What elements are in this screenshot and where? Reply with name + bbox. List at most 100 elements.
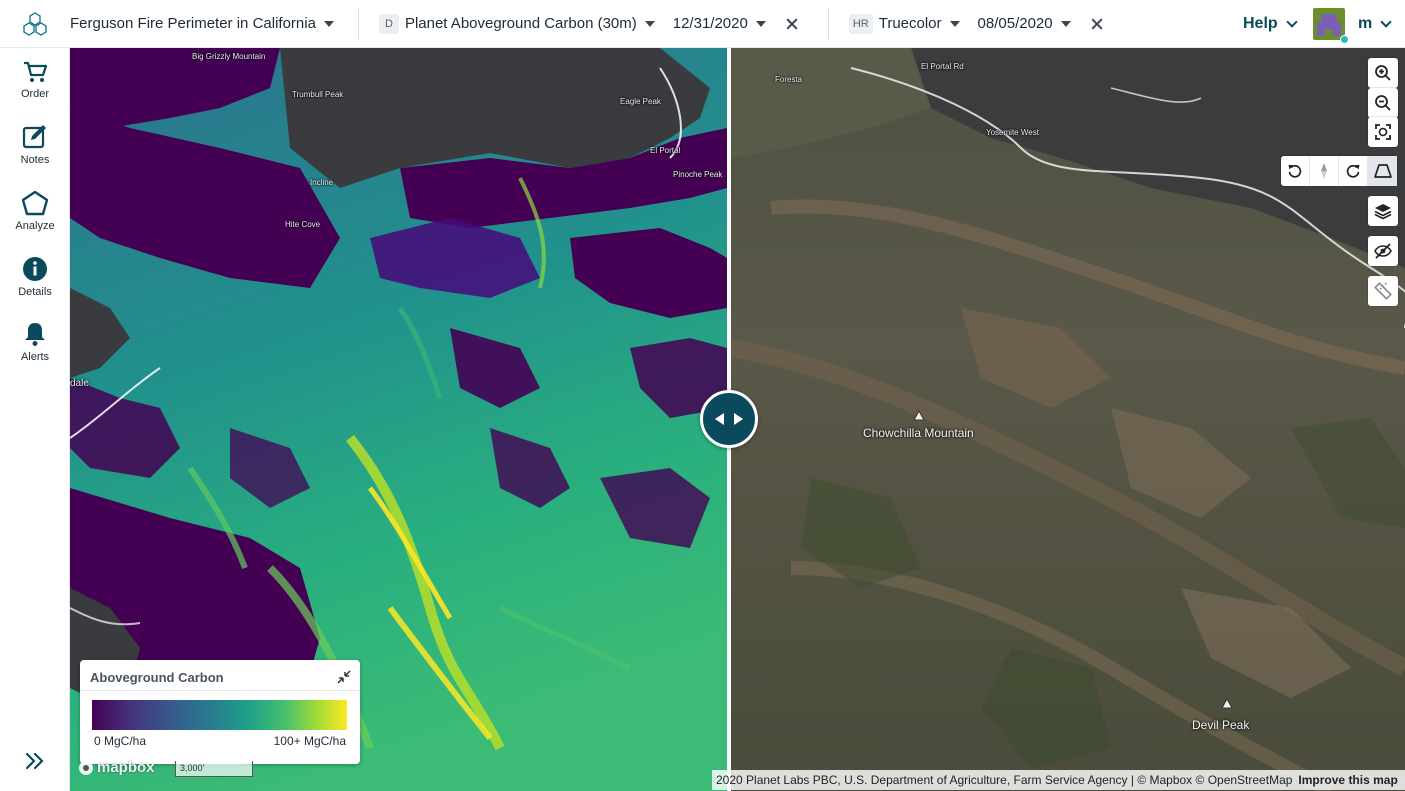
scale-bar: 3,000'	[175, 761, 253, 777]
user-initial: m	[1358, 15, 1373, 32]
bell-icon	[25, 323, 45, 346]
sidebar-item-alerts[interactable]: Alerts	[0, 321, 70, 363]
map-label: Yosemite West	[986, 128, 1039, 137]
hexagon-logo-icon	[23, 11, 47, 36]
swipe-handle[interactable]	[700, 390, 758, 448]
map-label: dale	[70, 378, 89, 389]
sidebar: Order Notes Analyze Details Alerts	[0, 48, 70, 791]
legend-max-label: 100+ MgC/ha	[273, 734, 346, 748]
remove-left-layer-close-icon[interactable]	[786, 18, 798, 30]
devil-peak-label: Devil Peak	[1192, 718, 1250, 732]
header-divider	[357, 7, 359, 40]
fit-bounds-button[interactable]	[1368, 117, 1398, 147]
sidebar-item-label: Alerts	[20, 351, 50, 363]
layer-badge: D	[378, 13, 399, 34]
header-divider	[827, 7, 829, 40]
expand-sidebar-chevrons-icon[interactable]	[24, 750, 46, 772]
collapse-legend-icon[interactable]	[336, 669, 352, 685]
polygon-icon	[21, 190, 49, 216]
map-label: Hite Cove	[285, 220, 321, 229]
area-selector-label: Ferguson Fire Perimeter in California	[70, 15, 316, 32]
zoom-out-icon	[1375, 95, 1391, 111]
right-date-selector[interactable]: 08/05/2020	[978, 15, 1071, 32]
map-label: Eagle Peak	[620, 97, 661, 106]
attribution-text: 2020 Planet Labs PBC, U.S. Department of…	[716, 773, 1293, 787]
right-layer-date: 08/05/2020	[977, 15, 1053, 32]
map-label: Trumbull Peak	[292, 90, 344, 99]
online-status-dot	[1340, 35, 1349, 44]
chevron-down-icon	[1286, 15, 1298, 28]
map-attribution: 2020 Planet Labs PBC, U.S. Department of…	[712, 770, 1405, 790]
rotate-right-icon	[1346, 165, 1360, 178]
area-selector[interactable]: Ferguson Fire Perimeter in California	[70, 0, 334, 48]
zoom-out-button[interactable]	[1368, 88, 1398, 118]
left-layer-selector[interactable]: D Planet Aboveground Carbon (30m)	[378, 13, 655, 34]
legend-title: Aboveground Carbon	[90, 670, 224, 685]
mapbox-logo-text: mapbox	[97, 759, 155, 776]
sidebar-item-order[interactable]: Order	[0, 60, 70, 100]
legend-min-label: 0 MgC/ha	[94, 734, 147, 748]
eye-off-icon	[1374, 243, 1392, 259]
layers-icon	[1374, 204, 1392, 220]
rotate-right-button[interactable]	[1339, 156, 1368, 186]
map-label: Foresta	[775, 75, 803, 84]
caret-down-icon	[949, 20, 960, 27]
info-icon	[23, 257, 47, 281]
sidebar-item-label: Details	[18, 286, 52, 298]
rotate-left-icon	[1288, 165, 1302, 178]
user-menu[interactable]: m	[1313, 8, 1392, 44]
right-layer-selector[interactable]: HR Truecolor	[848, 13, 960, 34]
legend-divider	[80, 690, 360, 691]
avatar	[1313, 8, 1349, 44]
sidebar-item-details[interactable]: Details	[0, 256, 70, 298]
tilt-3d-button[interactable]	[1368, 156, 1397, 186]
map-label: Pinoche Peak	[673, 170, 723, 179]
sidebar-item-label: Analyze	[15, 220, 55, 232]
map-label: Incline	[310, 178, 334, 187]
zoom-in-button[interactable]	[1368, 58, 1398, 88]
toggle-visibility-button[interactable]	[1368, 236, 1398, 266]
improve-map-link[interactable]: Improve this map	[1298, 773, 1397, 787]
right-layer-name: Truecolor	[878, 15, 942, 32]
notes-edit-icon	[22, 125, 46, 149]
map-label: Big Grizzly Mountain	[192, 52, 266, 61]
rotate-left-button[interactable]	[1281, 156, 1310, 186]
measure-button[interactable]	[1368, 276, 1398, 306]
chowchilla-mountain-label: Chowchilla Mountain	[863, 426, 974, 440]
app-logo[interactable]	[0, 0, 70, 48]
left-right-arrows-icon	[715, 413, 743, 425]
map-label: El Portal	[650, 146, 681, 155]
help-menu[interactable]: Help	[1243, 0, 1298, 48]
caret-down-icon	[755, 20, 766, 27]
left-layer-date: 12/31/2020	[672, 15, 748, 32]
caret-down-icon	[1060, 20, 1071, 27]
map-label: El Portal Rd	[921, 62, 964, 71]
scale-label: 3,000'	[180, 763, 205, 773]
legend-color-ramp	[92, 700, 347, 730]
mapbox-logo[interactable]: mapbox	[78, 759, 155, 776]
top-bar: Ferguson Fire Perimeter in California D …	[0, 0, 1405, 48]
fit-extent-icon	[1375, 124, 1391, 140]
sidebar-item-analyze[interactable]: Analyze	[0, 190, 70, 232]
left-date-selector[interactable]: 12/31/2020	[673, 15, 766, 32]
layer-badge: HR	[848, 13, 873, 34]
mapbox-logo-icon	[79, 760, 93, 775]
caret-down-icon	[644, 20, 655, 27]
sidebar-item-label: Order	[20, 88, 50, 100]
layers-button[interactable]	[1368, 196, 1398, 226]
cart-icon	[24, 61, 48, 82]
sidebar-item-notes[interactable]: Notes	[0, 124, 70, 166]
compass-icon	[1321, 163, 1327, 179]
remove-right-layer-close-icon[interactable]	[1091, 18, 1103, 30]
left-layer-name: Planet Aboveground Carbon (30m)	[404, 15, 637, 32]
zoom-in-icon	[1375, 65, 1391, 81]
camera-controls	[1281, 156, 1397, 186]
compass-button[interactable]	[1310, 156, 1339, 186]
caret-down-icon	[323, 20, 334, 27]
help-label: Help	[1243, 15, 1278, 32]
ruler-icon	[1374, 282, 1392, 300]
perspective-tilt-icon	[1373, 164, 1392, 178]
sidebar-item-label: Notes	[20, 154, 50, 166]
chevron-down-icon	[1380, 15, 1392, 28]
legend-panel: Aboveground Carbon 0 MgC/ha 100+ MgC/ha	[80, 660, 360, 764]
